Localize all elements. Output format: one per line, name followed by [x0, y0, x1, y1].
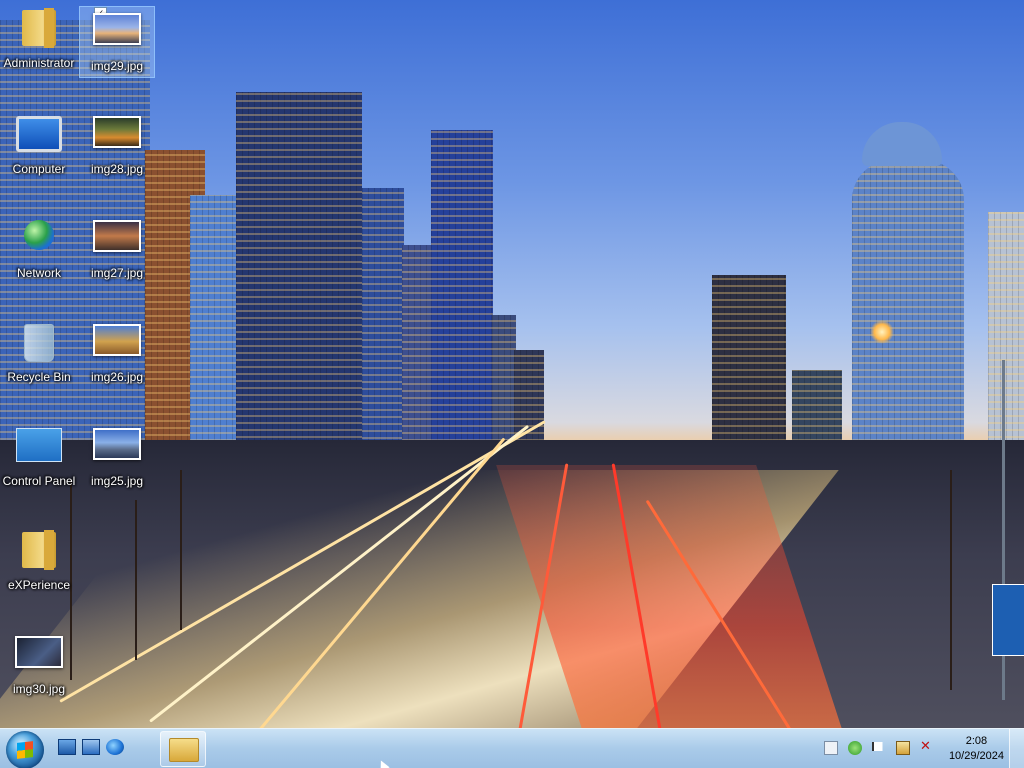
security-shield-icon[interactable] [848, 741, 862, 755]
desktop-icon-label: Network [16, 266, 61, 280]
computer-icon [16, 116, 62, 152]
clock-date: 10/29/2024 [948, 750, 1004, 762]
image-thumbnail-icon [93, 116, 141, 148]
desktop-icon-label: eXPerience [7, 578, 71, 592]
image-thumbnail-icon [93, 428, 141, 460]
desktop-icon-label: img30.jpg [12, 682, 66, 696]
action-center-flag-icon[interactable] [872, 742, 888, 751]
desktop-icon-img28[interactable]: img28.jpg [79, 110, 155, 182]
desktop-icon-computer[interactable]: Computer [1, 110, 77, 182]
image-thumbnail-icon [15, 636, 63, 668]
document-tray-icon[interactable] [824, 741, 838, 755]
building [402, 245, 432, 455]
system-clock[interactable]: 2:08 10/29/2024 [949, 734, 1004, 764]
windows-explorer-button[interactable] [160, 731, 206, 767]
building [988, 212, 1024, 452]
start-button[interactable] [6, 731, 44, 768]
image-thumbnail-icon [93, 13, 141, 45]
tower-spire [862, 122, 942, 166]
desktop-icon-network[interactable]: Network [1, 214, 77, 286]
desktop-icon-label: img29.jpg [90, 59, 144, 73]
desktop-icon-label: img25.jpg [90, 474, 144, 488]
desktop-icon-recycle-bin[interactable]: Recycle Bin [1, 318, 77, 390]
control-panel-icon [16, 428, 62, 462]
volume-muted-icon[interactable]: ✕ [920, 739, 934, 755]
building [712, 275, 786, 455]
image-thumbnail-icon [93, 324, 141, 356]
desktop-icon-label: Administrator [3, 56, 75, 70]
desktop-icon-label: Control Panel [2, 474, 76, 488]
desktop-icon-img29[interactable]: ✓ img29.jpg [79, 6, 155, 78]
street-lamp-glow [870, 320, 894, 344]
network-icon [24, 220, 54, 250]
desktop-icon-label: img27.jpg [90, 266, 144, 280]
desktop-icon-experience[interactable]: eXPerience [1, 526, 77, 598]
internet-explorer-icon[interactable] [106, 739, 124, 755]
folder-icon [22, 530, 56, 570]
tree [180, 470, 182, 630]
desktop-icon-label: Computer [12, 162, 66, 176]
folder-icon [169, 738, 199, 762]
show-desktop-quicklaunch-icon[interactable] [58, 739, 76, 755]
taskbar: ✕ 2:08 10/29/2024 [0, 728, 1024, 768]
volume-muted-glyph: ✕ [920, 739, 931, 754]
desktop-icon-img30[interactable]: img30.jpg [1, 630, 77, 702]
desktop-icon-label: img28.jpg [90, 162, 144, 176]
tree [950, 470, 952, 690]
image-thumbnail-icon [93, 220, 141, 252]
desktop-icon-img27[interactable]: img27.jpg [79, 214, 155, 286]
building [362, 188, 404, 453]
building [431, 130, 493, 455]
desktop-icon-control-panel[interactable]: Control Panel [1, 422, 77, 494]
desktop-icon-label: Recycle Bin [7, 370, 71, 384]
desktop-icon-img25[interactable]: img25.jpg [79, 422, 155, 494]
desktop-icon-img26[interactable]: img26.jpg [79, 318, 155, 390]
building [236, 92, 362, 452]
desktop-icon-label: img26.jpg [90, 370, 144, 384]
tree [135, 500, 137, 660]
switch-windows-icon[interactable] [82, 739, 100, 755]
clock-time: 2:08 [965, 735, 988, 747]
road-sign [992, 584, 1024, 656]
building [492, 315, 516, 455]
network-warning-icon[interactable] [896, 741, 910, 755]
user-folder-icon [22, 8, 56, 48]
building [852, 160, 964, 455]
show-desktop-button[interactable] [1009, 729, 1024, 768]
desktop-icon-administrator[interactable]: Administrator [1, 4, 77, 76]
recycle-bin-icon [24, 324, 54, 362]
